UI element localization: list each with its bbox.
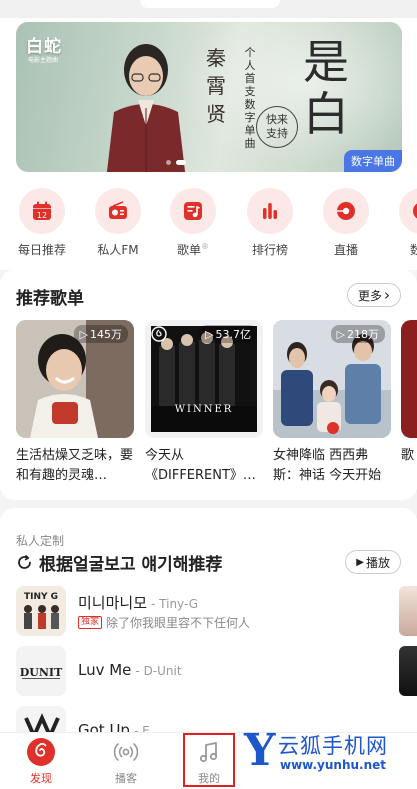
chart-icon xyxy=(263,203,277,219)
playlist-name: 生活枯燥又乏味，要和有趣的灵魂… xyxy=(16,448,134,483)
search-area-edge xyxy=(0,0,417,18)
play-count-badge: ▷ 145万 xyxy=(73,325,128,343)
song-subtitle: 除了你我眼里容不下任何人 xyxy=(106,616,251,630)
banner-logo: 白蛇 xyxy=(26,37,62,57)
play-triangle-icon: ▷ xyxy=(79,327,88,341)
svg-text:WINNER: WINNER xyxy=(175,404,234,415)
playlist-card[interactable]: 歌 xyxy=(401,320,417,486)
song-cover: TINY G xyxy=(16,586,66,636)
quick-entry-label: 歌单® xyxy=(176,242,209,257)
playlist-name: 今天从《DIFFERENT》… xyxy=(145,448,256,483)
section-title: 推荐歌单 xyxy=(16,289,84,309)
song-cover: DUNIT xyxy=(16,646,66,696)
recommended-playlists-card: 推荐歌单 更多 › ▷ 145万 生活枯燥又乏味，要和有趣的灵魂… WINNER… xyxy=(0,270,417,500)
playlist-card[interactable]: WINNER ▷ 53.7亿 今天从《DIFFERENT》… xyxy=(145,320,263,486)
playlist-cover xyxy=(401,320,417,438)
banner-artist-image xyxy=(106,44,186,172)
quick-entry-fm[interactable]: 私人FM xyxy=(89,188,147,258)
chevron-right-icon: › xyxy=(384,286,390,304)
quick-entry-daily[interactable]: 12 每日推荐 xyxy=(13,188,71,258)
carousel-dot xyxy=(176,160,186,165)
quick-entry-charts[interactable]: 排行榜 xyxy=(241,188,299,258)
tab-discover[interactable]: 发现 xyxy=(11,737,71,786)
play-icon: ▶ xyxy=(356,556,364,568)
quick-entry-label: 每日推荐 xyxy=(17,243,66,257)
svg-text:12: 12 xyxy=(37,211,47,220)
song-title: Luv Me xyxy=(78,661,132,679)
quick-entry-label: 直播 xyxy=(333,243,358,257)
playlist-card[interactable]: ▷218万 女神降临 西西弗斯：神话 今天开始契… xyxy=(273,320,391,486)
album-icon xyxy=(413,203,417,219)
song-title: 미니마니모 xyxy=(78,594,148,612)
more-button[interactable]: 更多 › xyxy=(346,283,401,307)
quick-entry-label: 数字 xyxy=(409,243,417,257)
tab-label: 发现 xyxy=(30,772,52,785)
playlist-cover: ▷ 145万 xyxy=(16,320,134,438)
tab-podcast[interactable]: 播客 xyxy=(96,737,156,786)
banner-description: 个人首支数字单曲 xyxy=(244,46,256,150)
highlight-box xyxy=(183,733,235,787)
svg-text:TINY G: TINY G xyxy=(24,592,58,602)
play-all-button[interactable]: ▶ 播放 xyxy=(345,550,401,574)
play-count-badge: ▷ 218万 xyxy=(330,325,385,343)
side-song-cover[interactable] xyxy=(399,586,417,636)
playlist-carousel: ▷ 145万 生活枯燥又乏味，要和有趣的灵魂… WINNER ▷ 53.7亿 今… xyxy=(16,320,417,490)
quick-entry-digital-album[interactable]: 数字 xyxy=(393,188,417,258)
app-screen: 白蛇 电影主题曲 秦霄贤 个人首支数字单曲 是白 快来支持 数字单曲 12 每日… xyxy=(0,0,417,789)
banner-support-seal: 快来支持 xyxy=(256,106,298,148)
personal-recommend-card: 私人定制 根据얼굴보고 얘기해推荐 ▶ 播放 TINY G 미니마니모 - Ti… xyxy=(0,508,417,748)
refresh-icon[interactable] xyxy=(16,554,33,571)
quick-entry-playlist[interactable]: 歌单® xyxy=(164,188,222,258)
calendar-icon: 12 xyxy=(33,201,51,220)
song-artist: - Tiny-G xyxy=(151,597,199,611)
song-row[interactable]: DUNIT Luv Me - D-Unit xyxy=(16,646,396,696)
quick-entry-label: 私人FM xyxy=(97,243,139,257)
carousel-indicator xyxy=(166,160,186,165)
tab-label: 播客 xyxy=(115,772,137,785)
playlist-name: 女神降临 西西弗斯：神话 今天开始契… xyxy=(273,448,382,483)
playlist-cover: ▷ 218万 xyxy=(273,320,391,438)
live-icon xyxy=(337,202,355,220)
side-song-cover[interactable] xyxy=(399,646,417,696)
radio-icon xyxy=(109,201,127,219)
playlist-card[interactable]: ▷ 145万 生活枯燥又乏味，要和有趣的灵魂… xyxy=(16,320,134,486)
banner-tag: 数字单曲 xyxy=(344,150,402,172)
quick-entry-row: 12 每日推荐 私人FM 歌单® 排行榜 直播 数 xyxy=(0,188,417,258)
quick-entry-label: 排行榜 xyxy=(251,243,288,257)
exclusive-badge: 独家 xyxy=(78,616,103,629)
playlist-cover: WINNER ▷ 53.7亿 xyxy=(145,320,263,438)
discover-header-section: 白蛇 电影主题曲 秦霄贤 个人首支数字单曲 是白 快来支持 数字单曲 12 每日… xyxy=(0,0,417,270)
carousel-dot xyxy=(166,160,171,165)
banner-carousel[interactable]: 白蛇 电影主题曲 秦霄贤 个人首支数字单曲 是白 快来支持 数字单曲 xyxy=(16,22,402,172)
podcast-icon xyxy=(113,743,139,761)
banner-title-art: 是白 xyxy=(303,35,349,141)
svg-text:DUNIT: DUNIT xyxy=(20,666,63,679)
play-triangle-icon: ▷ xyxy=(336,327,345,341)
netease-logo-icon xyxy=(151,326,167,342)
quick-entry-live[interactable]: 直播 xyxy=(317,188,375,258)
section-title: 根据얼굴보고 얘기해推荐 xyxy=(16,550,222,575)
song-row[interactable]: TINY G 미니마니모 - Tiny-G 独家 除了你我眼里容不下任何人 xyxy=(16,586,396,636)
play-triangle-icon: ▷ xyxy=(205,327,214,341)
netease-logo-icon xyxy=(27,738,55,766)
playlist-icon xyxy=(184,202,202,220)
section-caption: 私人定制 xyxy=(16,534,65,548)
banner-logo-subtitle: 电影主题曲 xyxy=(28,57,59,64)
play-count-badge: ▷ 53.7亿 xyxy=(199,325,257,343)
watermark-logo: Y 云狐手机网 www.yunhu.net xyxy=(244,725,388,776)
playlist-name: 歌 xyxy=(401,448,415,463)
song-artist: - D-Unit xyxy=(135,664,182,678)
banner-artist-name: 秦霄贤 xyxy=(206,46,226,126)
